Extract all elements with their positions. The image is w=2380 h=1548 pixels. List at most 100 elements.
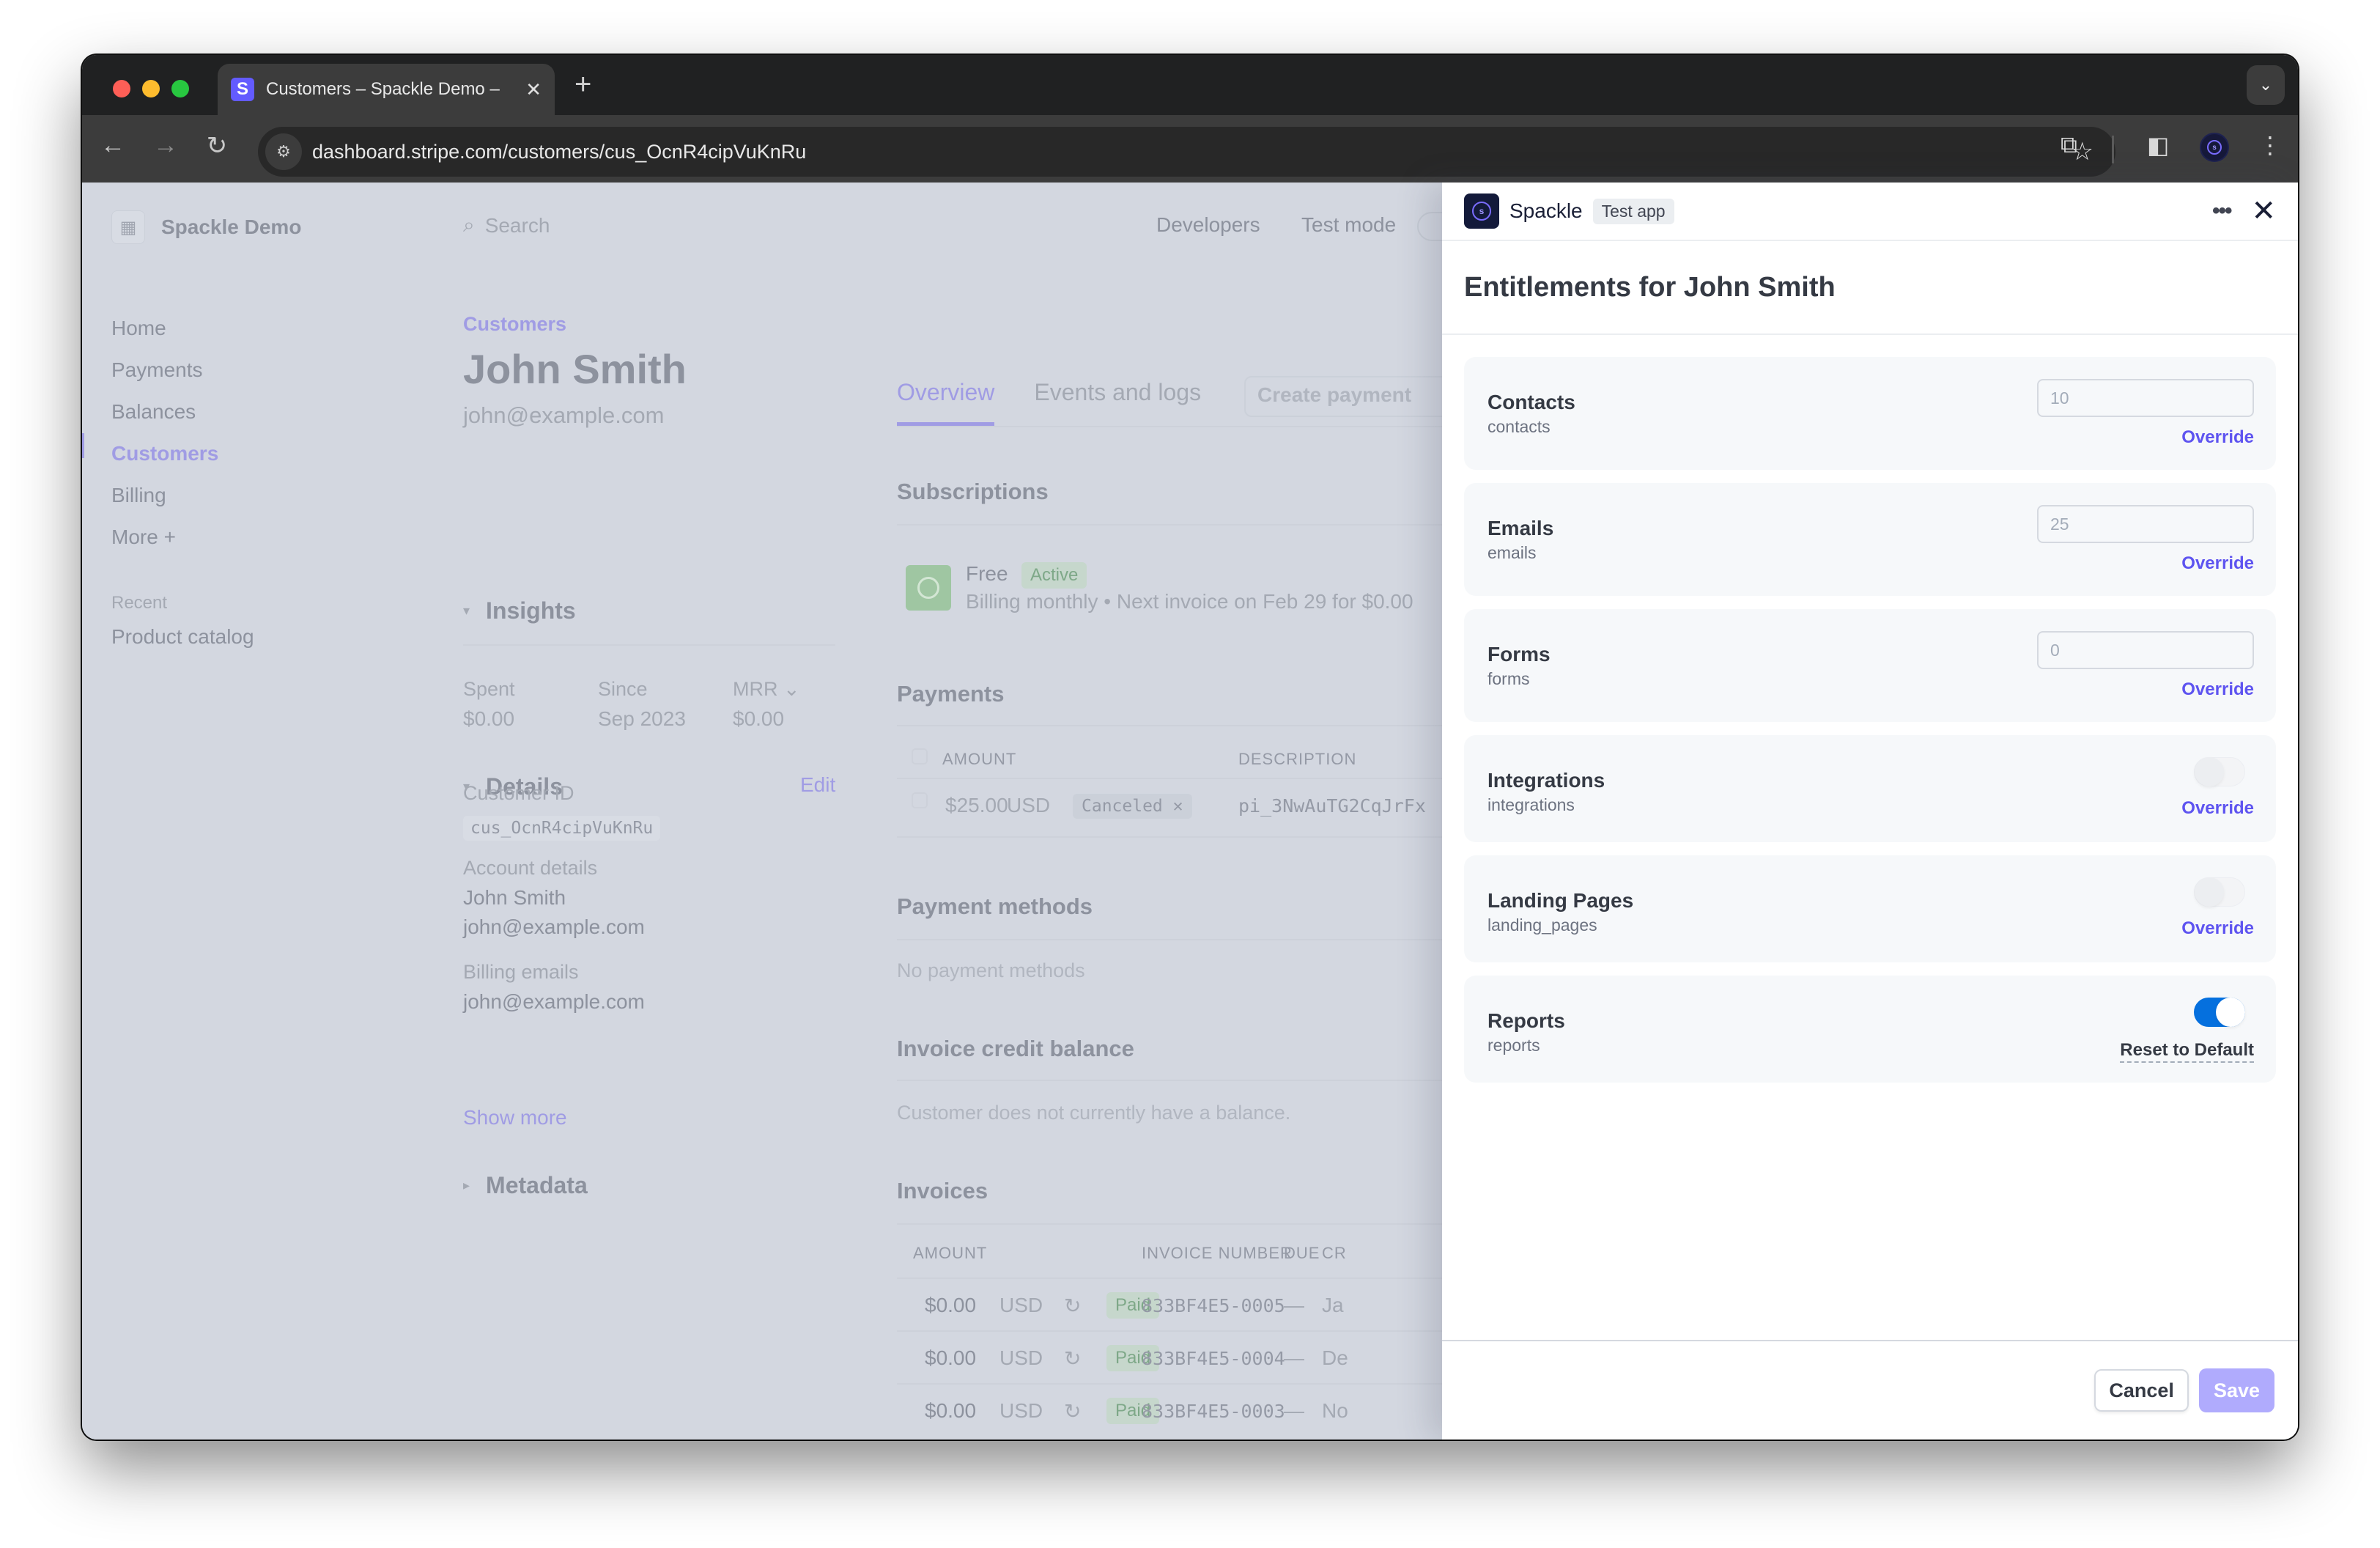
active-nav-indicator (82, 433, 84, 458)
forms-override-link[interactable]: Override (2181, 679, 2254, 700)
sidebar-item-home[interactable]: Home (111, 307, 218, 349)
forward-arrow-icon[interactable]: → (148, 131, 183, 160)
entitlement-key: emails (1488, 543, 1537, 562)
drawer-actions: ••• ✕ (2212, 196, 2276, 226)
more-options-icon[interactable]: ••• (2212, 199, 2232, 224)
subscription-description: Billing monthly • Next invoice on Feb 29… (966, 590, 1413, 613)
sidebar-item-balances[interactable]: Balances (111, 391, 218, 432)
tab-events-and-logs[interactable]: Events and logs (1034, 379, 1201, 426)
divider (897, 1223, 1454, 1225)
toolbar-divider (2112, 136, 2114, 163)
stat-mrr-dropdown[interactable]: MRR ⌄ (733, 678, 800, 701)
contacts-override-link[interactable]: Override (2181, 427, 2254, 448)
sidebar-item-payments[interactable]: Payments (111, 349, 218, 391)
recent-item-product-catalog[interactable]: Product catalog (111, 625, 254, 649)
entitlement-key: integrations (1488, 795, 1575, 814)
entitlement-key: forms (1488, 669, 1530, 688)
payment-amount: $25.00 (945, 794, 1008, 817)
credit-balance-empty: Customer does not currently have a balan… (897, 1102, 1291, 1124)
close-icon[interactable]: ✕ (2251, 196, 2276, 226)
invoices-col-number: INVOICE NUMBER (1142, 1244, 1293, 1262)
entitlement-name: Reports (1488, 1009, 1565, 1032)
account-name-value: John Smith (463, 886, 566, 909)
entitlement-contacts: Contacts contacts 10 Override (1464, 357, 2276, 470)
maximize-window-button[interactable] (171, 80, 189, 97)
extensions-puzzle-icon[interactable]: ⧉ (2061, 131, 2077, 159)
reports-toggle[interactable] (2194, 998, 2245, 1027)
landing-pages-override-link[interactable]: Override (2181, 918, 2254, 939)
show-more-link[interactable]: Show more (463, 1106, 567, 1129)
caret-right-icon: ▸ (463, 1178, 470, 1193)
metadata-toggle[interactable]: ▸ Metadata (463, 1172, 588, 1199)
divider (463, 644, 835, 646)
contacts-limit-input[interactable]: 10 (2037, 379, 2254, 417)
invoice-number: 833BF4E5-0004 (1142, 1348, 1285, 1369)
account-details-label: Account details (463, 857, 598, 879)
search-placeholder: Search (484, 213, 550, 237)
forms-limit-input[interactable]: 0 (2037, 631, 2254, 669)
invoices-heading: Invoices (897, 1178, 988, 1204)
sidebar-item-customers[interactable]: Customers (111, 432, 218, 474)
sidebar-item-billing[interactable]: Billing (111, 474, 218, 516)
reload-icon[interactable]: ↻ (199, 131, 234, 161)
landing-pages-toggle[interactable] (2194, 877, 2245, 907)
stat-since-label: Since (598, 678, 648, 700)
tab-search-chevron-icon[interactable]: ⌄ (2247, 65, 2285, 105)
invoices-col-created: CR (1322, 1244, 1347, 1262)
profile-avatar[interactable]: s (2200, 133, 2229, 162)
invoice-currency: USD (999, 1399, 1043, 1422)
divider (897, 1330, 1454, 1332)
tab-overview[interactable]: Overview (897, 379, 995, 426)
metadata-heading: Metadata (486, 1172, 588, 1198)
stat-spent-label: Spent (463, 678, 515, 700)
reset-to-default-link[interactable]: Reset to Default (2120, 1040, 2254, 1063)
cancel-button[interactable]: Cancel (2094, 1369, 2189, 1412)
subscription-plan-name[interactable]: Free (966, 562, 1008, 586)
insights-toggle[interactable]: ▾ Insights (463, 597, 576, 624)
payment-methods-heading: Payment methods (897, 893, 1093, 919)
back-arrow-icon[interactable]: ← (95, 131, 130, 160)
sidebar-item-more[interactable]: More + (111, 516, 218, 558)
select-all-checkbox[interactable] (912, 748, 928, 764)
browser-tab[interactable]: S Customers – Spackle Demo – ✕ (218, 64, 555, 115)
new-tab-button[interactable]: + (574, 68, 591, 101)
drawer-title: Entitlements for John Smith (1464, 271, 1836, 303)
create-payment-button[interactable]: Create payment (1244, 376, 1464, 417)
breadcrumb[interactable]: Customers (463, 313, 566, 336)
entitlements-drawer: s Spackle Test app ••• ✕ Entitlements fo… (1442, 183, 2298, 1440)
storefront-icon: ▦ (111, 210, 145, 244)
row-checkbox[interactable] (912, 792, 928, 808)
developers-link[interactable]: Developers (1156, 213, 1260, 237)
payment-status-badge: Canceled ✕ (1073, 794, 1192, 819)
divider (897, 836, 1454, 838)
toggle-knob (2195, 877, 2224, 907)
no-payment-methods: No payment methods (897, 959, 1085, 981)
tab-close-icon[interactable]: ✕ (525, 78, 542, 101)
save-button[interactable]: Save (2198, 1368, 2274, 1412)
integrations-override-link[interactable]: Override (2181, 798, 2254, 819)
recurring-icon: ↻ (1064, 1347, 1082, 1370)
edit-details-link[interactable]: Edit (800, 773, 835, 797)
integrations-toggle[interactable] (2194, 757, 2245, 786)
insights-heading: Insights (486, 597, 576, 624)
site-settings-icon[interactable]: ⚙ (265, 133, 302, 170)
url-text[interactable]: dashboard.stripe.com/customers/cus_OcnR4… (312, 141, 2072, 163)
browser-menu-icon[interactable]: ⋮ (2258, 131, 2282, 159)
close-window-button[interactable] (113, 80, 130, 97)
minimize-window-button[interactable] (142, 80, 160, 97)
tab-strip: S Customers – Spackle Demo – ✕ + ⌄ (82, 55, 2298, 115)
search-input[interactable]: ⌕ Search (463, 213, 550, 237)
address-bar[interactable]: ⚙ dashboard.stripe.com/customers/cus_Ocn… (258, 127, 2115, 177)
recent-heading: Recent (111, 593, 168, 613)
customer-id-value[interactable]: cus_OcnR4cipVuKnRu (463, 816, 661, 841)
entitlement-key: contacts (1488, 417, 1551, 436)
invoice-due: — (1284, 1399, 1304, 1422)
side-panel-icon[interactable]: ◧ (2147, 131, 2169, 159)
emails-override-link[interactable]: Override (2181, 553, 2254, 574)
customer-tabs: Overview Events and logs (897, 379, 1201, 426)
entitlement-integrations: Integrations integrations Override (1464, 735, 2276, 842)
page-title: John Smith (463, 346, 687, 392)
emails-limit-input[interactable]: 25 (2037, 505, 2254, 543)
account-switcher[interactable]: ▦ Spackle Demo (111, 210, 301, 244)
account-name: Spackle Demo (161, 215, 302, 238)
